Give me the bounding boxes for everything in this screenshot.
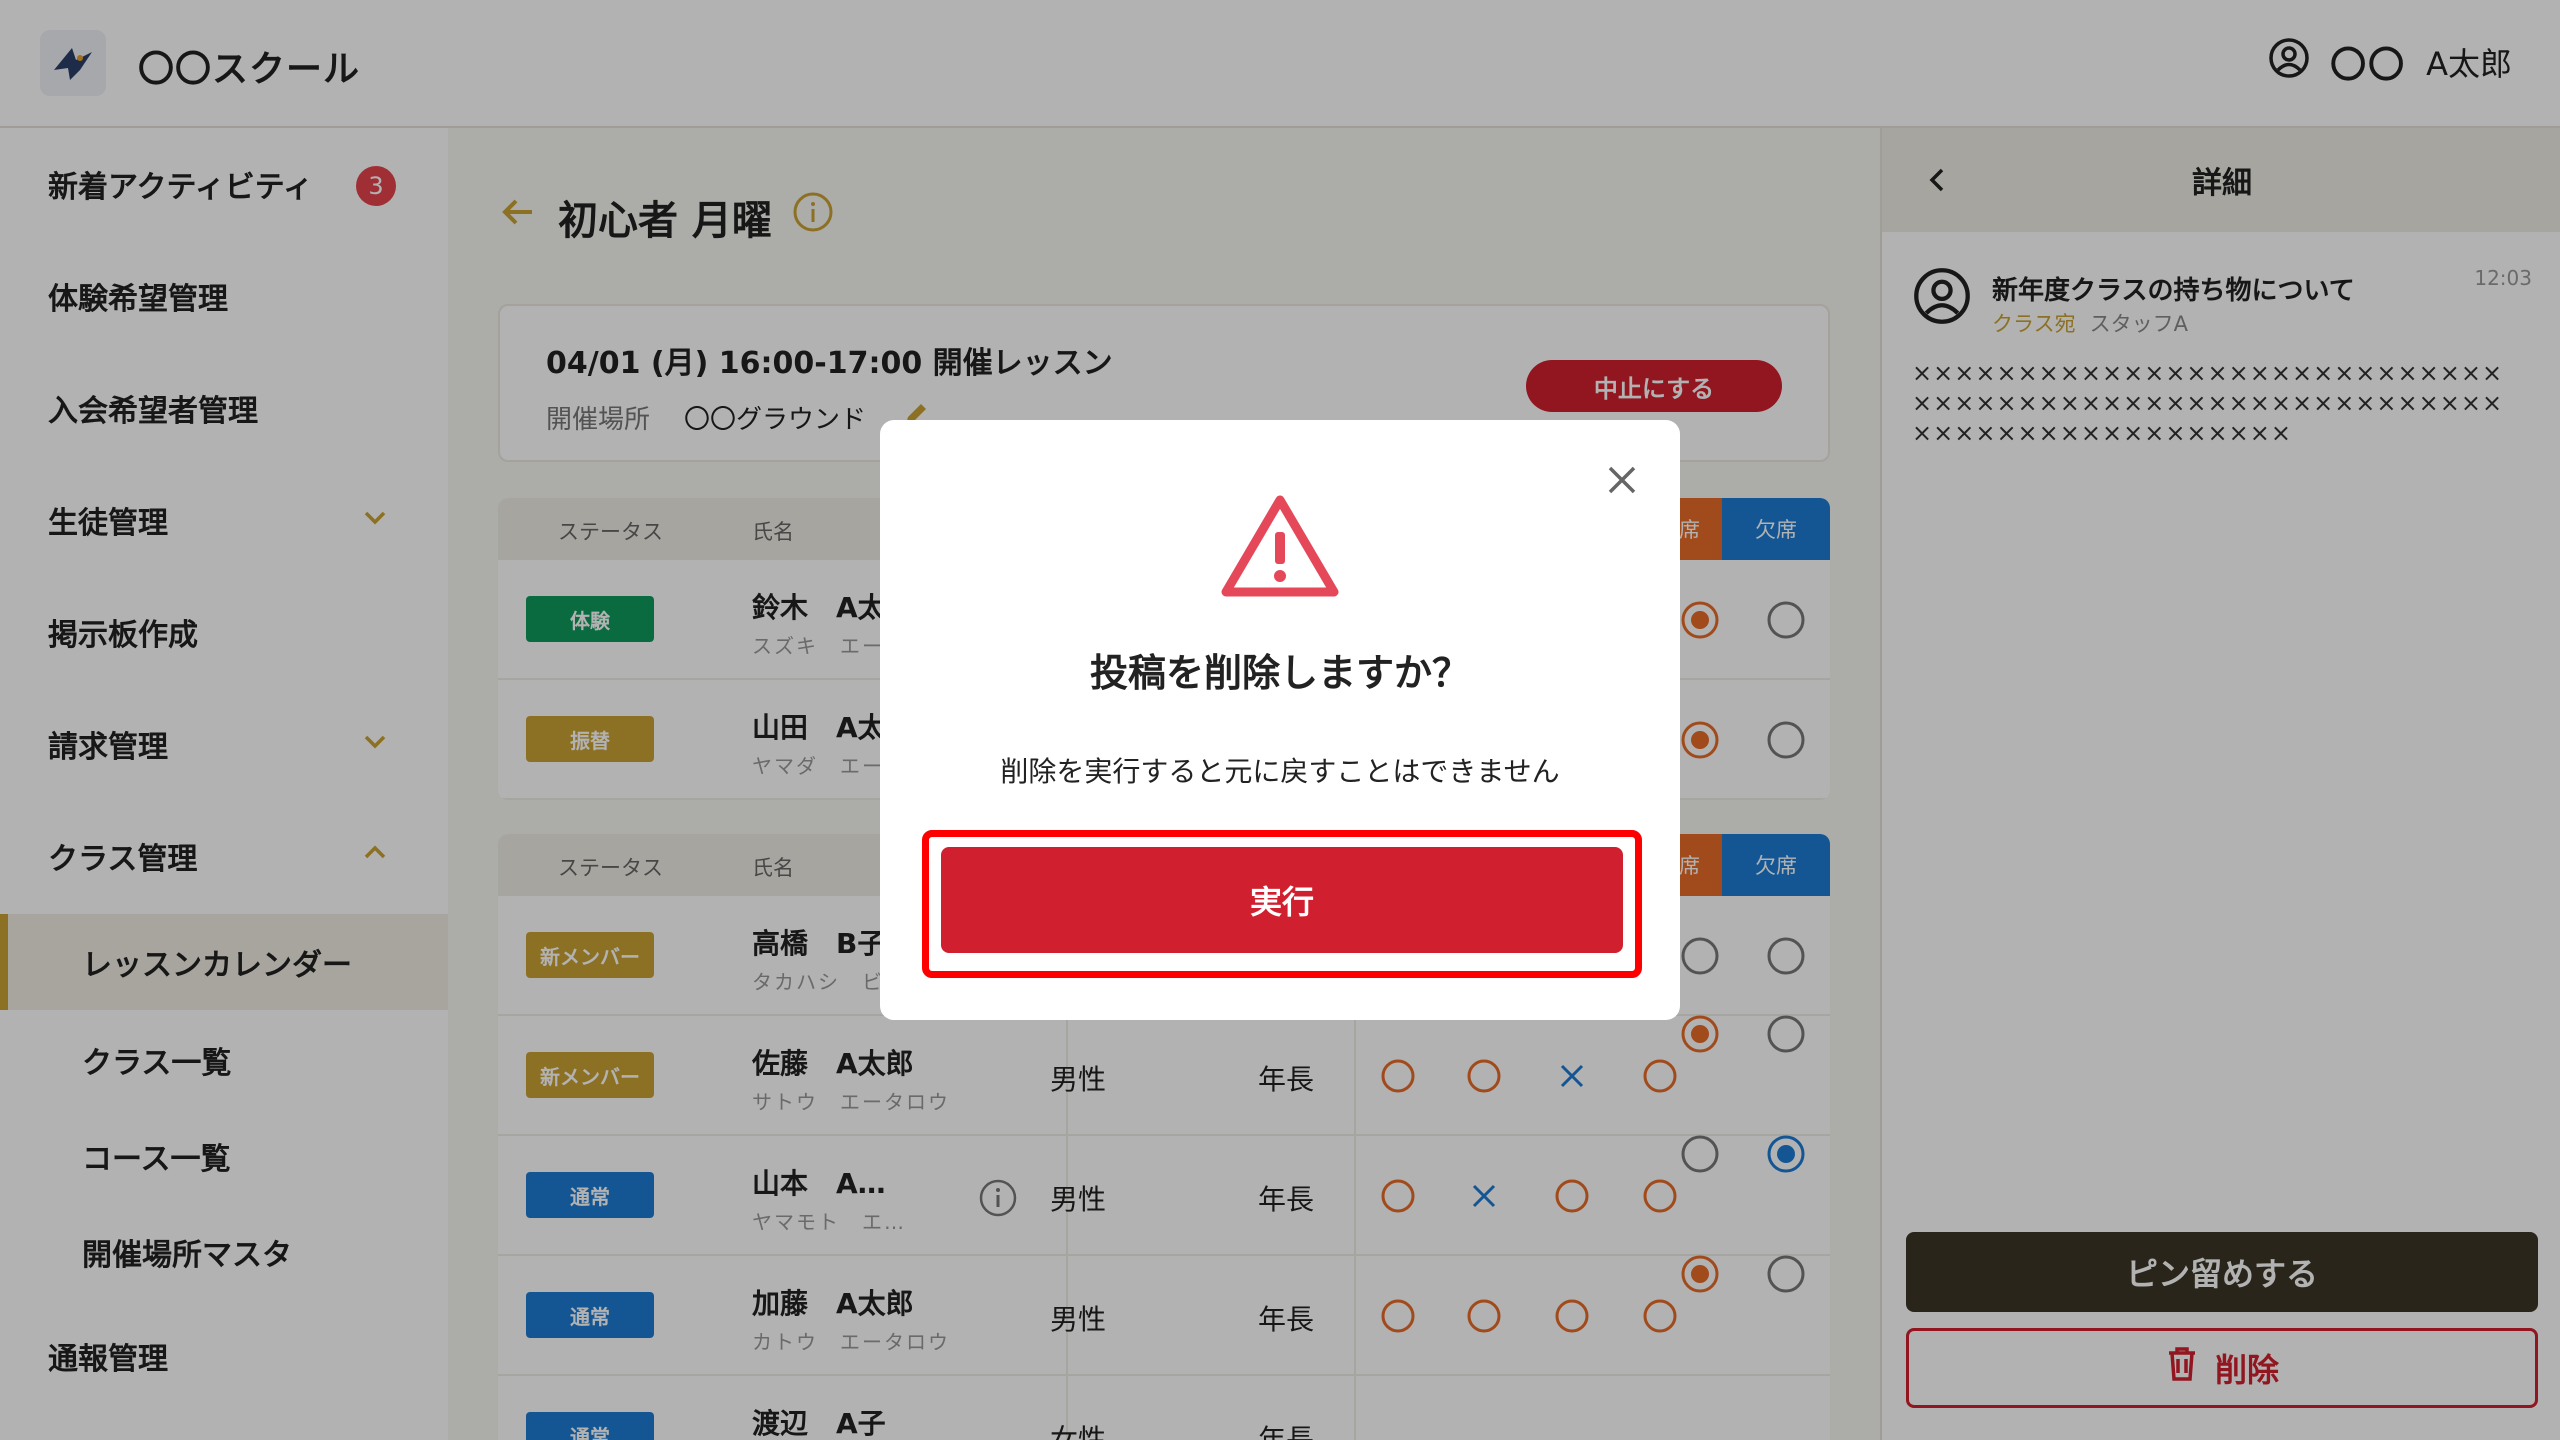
close-icon[interactable] xyxy=(1604,462,1640,502)
dialog-message: 削除を実行すると元に戻すことはできません xyxy=(1000,755,1560,788)
highlight-frame: 実行 xyxy=(922,830,1642,978)
warning-icon xyxy=(1220,494,1340,602)
delete-confirm-dialog: 投稿を削除しますか？ 削除を実行すると元に戻すことはできません 実行 xyxy=(880,420,1680,1020)
dialog-title: 投稿を削除しますか？ xyxy=(1089,651,1470,695)
execute-button[interactable]: 実行 xyxy=(941,847,1623,953)
